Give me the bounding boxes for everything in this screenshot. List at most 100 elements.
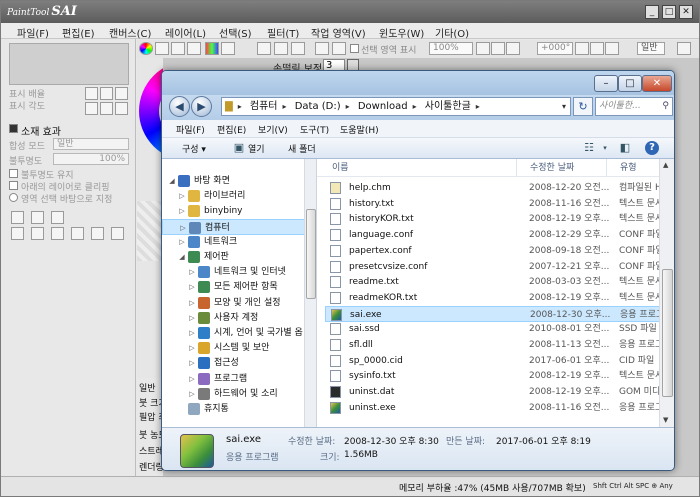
blend-mode-select[interactable]: 일반 <box>53 138 129 150</box>
view-options-icon[interactable]: ☷ <box>582 141 596 155</box>
effects-expand-icon[interactable] <box>9 124 18 133</box>
new-folder-icon[interactable] <box>31 211 44 224</box>
zoom-field[interactable]: 100% <box>429 42 473 55</box>
exp-menu-tools[interactable]: 도구(T) <box>300 123 329 136</box>
nav-rotate-right-icon[interactable] <box>100 102 113 115</box>
tree-expand-icon[interactable]: ◢ <box>178 249 186 265</box>
nav-zoom-in-icon[interactable] <box>100 87 113 100</box>
forward-arrow-icon[interactable]: ▶ <box>191 96 212 117</box>
copy-layer-icon[interactable] <box>51 211 64 224</box>
scroll-up-icon[interactable]: ▲ <box>663 161 668 169</box>
list-scrollbar[interactable]: ▲ ▼ <box>659 159 674 427</box>
breadcrumb-drive[interactable]: Data (D:) <box>292 98 344 115</box>
tree-item[interactable]: ◢ 바탕 화면 <box>162 173 316 189</box>
swatch-icon[interactable] <box>205 42 219 55</box>
menu-canvas[interactable]: 캔버스(C) <box>109 25 151 40</box>
tree-item[interactable]: ▷ 라이브러리 <box>162 188 316 204</box>
merge-layer-icon[interactable] <box>11 227 24 240</box>
selection-source-radio[interactable] <box>9 193 18 202</box>
layer-options-icon[interactable] <box>111 227 124 240</box>
file-row[interactable]: sai.ssd 2010-08-01 오전... SSD 파일 <box>325 321 665 337</box>
menu-other[interactable]: 기타(O) <box>435 25 469 40</box>
file-row[interactable]: papertex.conf 2008-09-18 오전... CONF 파일 <box>325 243 665 259</box>
tree-item[interactable]: ▷ 모양 및 개인 설정 <box>162 295 316 311</box>
column-date[interactable]: 수정한 날짜 <box>517 159 607 177</box>
rotate-right-icon[interactable] <box>590 42 604 55</box>
flip-icon[interactable] <box>677 42 691 55</box>
zoom-reset-icon[interactable] <box>506 42 520 55</box>
file-row[interactable]: sai.exe 2008-12-30 오후... 응용 프로그램 <box>325 305 668 322</box>
tree-item[interactable]: ▷ 네트워크 <box>162 234 316 250</box>
breadcrumb-saitool[interactable]: 사이툴한글 <box>422 98 474 115</box>
tree-expand-icon[interactable]: ▷ <box>188 295 196 311</box>
scratchpad-icon[interactable] <box>221 42 235 55</box>
file-row[interactable]: readmeKOR.txt 2008-12-19 오후... 텍스트 문서 <box>325 290 665 306</box>
tree-item[interactable]: ▷ 프로그램 <box>162 371 316 387</box>
tree-expand-icon[interactable]: ▷ <box>188 355 196 371</box>
tree-item[interactable]: ◢ 제어판 <box>162 249 316 265</box>
file-row[interactable]: sfl.dll 2008-11-13 오전... 응용 프로그 <box>325 337 665 353</box>
column-name[interactable]: 이름 <box>317 159 517 177</box>
breadcrumb-download[interactable]: Download <box>355 98 411 115</box>
navigator-preview[interactable] <box>9 43 129 85</box>
tree-expand-icon[interactable]: ▷ <box>188 279 196 295</box>
exp-menu-edit[interactable]: 편집(E) <box>217 123 246 136</box>
file-row[interactable]: historyKOR.txt 2008-12-19 오후... 텍스트 문서 <box>325 211 665 227</box>
menu-select[interactable]: 선택(S) <box>219 25 252 40</box>
nav-rotate-reset-icon[interactable] <box>115 102 128 115</box>
mode-field[interactable]: 일반 <box>637 42 665 55</box>
tree-item[interactable]: ▷ 시스템 및 보안 <box>162 340 316 356</box>
file-row[interactable]: uninst.exe 2008-11-16 오전... 응용 프로그 <box>325 400 665 416</box>
angle-field[interactable]: +000° <box>537 42 573 55</box>
tree-expand-icon[interactable]: ▷ <box>178 203 186 219</box>
file-row[interactable]: history.txt 2008-11-16 오전... 텍스트 문서 <box>325 196 665 212</box>
scroll-down-icon[interactable]: ▼ <box>663 416 668 424</box>
open-button[interactable]: 열기 <box>248 142 265 155</box>
back-arrow-icon[interactable]: ◀ <box>169 96 190 117</box>
nav-zoom-out-icon[interactable] <box>85 87 98 100</box>
tree-item[interactable]: ▷ 네트워크 및 인터넷 <box>162 264 316 280</box>
tree-scrollbar[interactable] <box>304 159 316 427</box>
file-row[interactable]: sp_0000.cid 2017-06-01 오후... CID 파일 <box>325 353 665 369</box>
menu-edit[interactable]: 편집(E) <box>62 25 95 40</box>
preview-pane-icon[interactable]: ◧ <box>618 141 632 155</box>
new-folder-button[interactable]: 새 폴더 <box>288 142 316 155</box>
delete-layer-icon[interactable] <box>71 227 84 240</box>
clear-layer-icon[interactable] <box>31 227 44 240</box>
tree-expand-icon[interactable]: ▷ <box>188 264 196 280</box>
file-row[interactable]: uninst.dat 2008-12-19 오후... GOM 미디어 <box>325 384 667 400</box>
tree-expand-icon[interactable]: ▷ <box>178 234 186 250</box>
file-row[interactable]: help.chm 2008-12-20 오전... 컴파일된 HT <box>325 180 667 196</box>
file-row[interactable]: sysinfo.txt 2008-12-19 오후... 텍스트 문서 <box>325 368 665 384</box>
nav-rotate-left-icon[interactable] <box>85 102 98 115</box>
exp-menu-view[interactable]: 보기(V) <box>258 123 288 136</box>
file-row[interactable]: language.conf 2008-12-29 오후... CONF 파일 <box>325 227 665 243</box>
toolbar-button[interactable] <box>257 42 271 55</box>
exp-menu-help[interactable]: 도움말(H) <box>340 123 379 136</box>
breadcrumb-computer[interactable]: 컴퓨터 <box>247 98 281 115</box>
address-dropdown-icon[interactable]: ▾ <box>562 98 566 115</box>
maximize-button[interactable]: □ <box>662 5 676 19</box>
tree-scroll-thumb[interactable] <box>306 209 316 299</box>
tree-expand-icon[interactable]: ▷ <box>188 371 196 387</box>
tree-expand-icon[interactable]: ▷ <box>188 386 196 402</box>
exp-menu-file[interactable]: 파일(F) <box>176 123 205 136</box>
search-input[interactable]: 사이툴한... ⚲ <box>595 97 673 116</box>
refresh-icon[interactable]: ↻ <box>573 97 593 116</box>
close-button[interactable]: ✕ <box>679 5 693 19</box>
undo-icon[interactable] <box>274 42 288 55</box>
address-bar[interactable]: ▇ ▸ 컴퓨터 ▸ Data (D:) ▸ Download ▸ 사이툴한글 ▸ ▾ <box>221 97 571 116</box>
explorer-minimize-button[interactable]: – <box>594 75 618 92</box>
preserve-opacity-checkbox[interactable] <box>9 169 18 178</box>
tree-item[interactable]: ▷ 접근성 <box>162 355 316 371</box>
hsv-slider-icon[interactable] <box>171 42 185 55</box>
search-icon[interactable]: ⚲ <box>662 98 669 115</box>
tree-item[interactable]: ▷ binybiny <box>162 203 316 219</box>
file-row[interactable]: presetcvsize.conf 2007-12-21 오후... CONF 파일 <box>325 259 665 275</box>
trash-icon[interactable] <box>91 227 104 240</box>
minimize-button[interactable]: _ <box>645 5 659 19</box>
tree-expand-icon[interactable]: ▷ <box>178 188 186 204</box>
help-icon[interactable]: ? <box>645 141 659 155</box>
redo-icon[interactable] <box>291 42 305 55</box>
clip-lower-checkbox[interactable] <box>9 181 18 190</box>
